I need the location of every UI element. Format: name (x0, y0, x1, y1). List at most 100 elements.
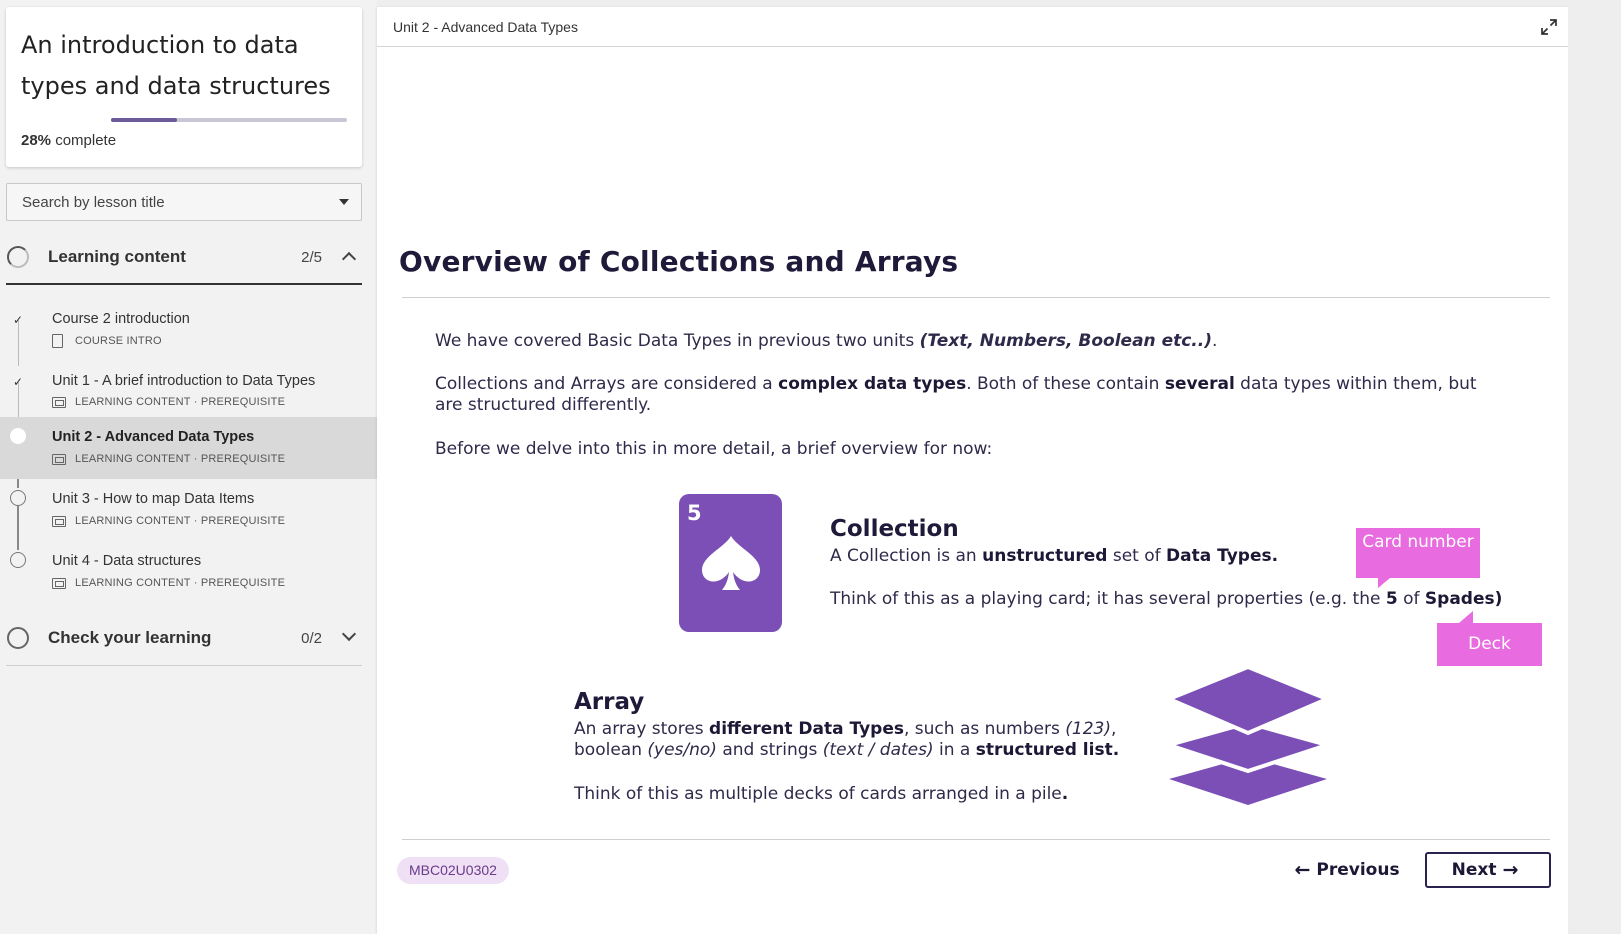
chevron-up-icon[interactable] (341, 251, 357, 267)
section-progress-ring-icon (7, 627, 29, 649)
progress-percent: 28% (21, 132, 52, 149)
page-title: Overview of Collections and Arrays (399, 245, 959, 278)
previous-button[interactable]: ← Previous (1289, 852, 1399, 888)
text-run-bold: Data Types. (1166, 546, 1279, 566)
lesson-item-unit-3[interactable]: Unit 3 - How to map Data Items LEARNING … (0, 486, 377, 548)
document-icon (52, 334, 63, 348)
text-run-italic: (yes/no) (647, 740, 717, 760)
overview-paragraph: Before we delve into this in more detail… (435, 439, 993, 459)
checkmark-icon: ✓ (12, 375, 24, 389)
slides-icon (52, 515, 66, 527)
collection-analogy: Think of this as a playing card; it has … (830, 589, 1530, 610)
next-button[interactable]: Next → (1425, 852, 1551, 888)
section-check-your-learning[interactable]: Check your learning 0/2 (6, 615, 362, 661)
text-run-italic: (Text, Numbers, Boolean etc..) (919, 331, 1212, 351)
lesson-meta-text: LEARNING CONTENT · PREREQUISITE (75, 453, 286, 465)
breadcrumb: Unit 2 - Advanced Data Types (393, 19, 578, 35)
text-run-bold: complex data types (778, 374, 967, 394)
search-placeholder: Search by lesson title (22, 193, 165, 211)
card-number: 5 (687, 501, 702, 525)
text-run: set of (1107, 546, 1167, 566)
text-run-italic: (123) (1065, 719, 1111, 739)
previous-label: Previous (1316, 860, 1400, 880)
lesson-title: Unit 2 - Advanced Data Types (52, 429, 255, 445)
text-run: A Collection is an (830, 546, 983, 566)
lesson-item-course-2-introduction[interactable]: ✓ Course 2 introduction COURSE INTRO (0, 300, 377, 362)
text-run-italic: (text / dates) (822, 740, 934, 760)
checkmark-icon: ✓ (12, 313, 24, 327)
collection-heading: Collection (830, 516, 959, 542)
section-label: Check your learning (48, 628, 212, 647)
text-run: An array stores (574, 719, 710, 739)
text-run: We have covered Basic Data Types in prev… (435, 331, 920, 351)
expand-icon[interactable] (1540, 18, 1558, 36)
arrow-right-icon: → (1502, 859, 1519, 881)
course-progress-bar (111, 118, 347, 122)
footer-divider (402, 839, 1550, 840)
course-sidebar: An introduction to data types and data s… (0, 0, 377, 934)
text-run-bold: Spades) (1424, 589, 1503, 609)
course-progress-fill (111, 118, 178, 122)
incomplete-circle-icon (10, 552, 26, 568)
text-run: and strings (716, 740, 823, 760)
slides-icon (52, 577, 66, 589)
section-learning-content[interactable]: Learning content 2/5 (6, 234, 362, 280)
text-run: of (1397, 589, 1425, 609)
section-divider (6, 665, 362, 666)
text-run-bold: structured list. (975, 740, 1120, 760)
lesson-meta: LEARNING CONTENT · PREREQUISITE (52, 577, 285, 589)
text-run: , such as numbers (903, 719, 1066, 739)
spade-icon (702, 536, 760, 590)
text-run: . Both of these contain (966, 374, 1165, 394)
lesson-meta: COURSE INTRO (52, 334, 162, 348)
course-summary-card: An introduction to data types and data s… (6, 7, 362, 167)
text-run-bold: several (1164, 374, 1235, 394)
text-run: . (1212, 331, 1218, 351)
lesson-code-badge: MBC02U0302 (397, 857, 509, 884)
text-run: Think of this as a playing card; it has … (830, 589, 1386, 609)
lesson-item-unit-2[interactable]: Unit 2 - Advanced Data Types LEARNING CO… (0, 417, 377, 479)
lesson-meta-text: LEARNING CONTENT · PREREQUISITE (75, 396, 286, 408)
lesson-search-select[interactable]: Search by lesson title (6, 183, 362, 221)
lesson-title: Course 2 introduction (52, 311, 190, 327)
caret-down-icon (339, 199, 349, 205)
section-progress-ring-icon (7, 246, 29, 268)
lesson-item-unit-4[interactable]: Unit 4 - Data structures LEARNING CONTEN… (0, 548, 377, 610)
lesson-item-unit-1[interactable]: ✓ Unit 1 - A brief introduction to Data … (0, 362, 377, 424)
callout-deck: Deck (1437, 611, 1542, 666)
callout-card-number: Card number (1356, 528, 1480, 588)
section-count: 0/2 (301, 629, 322, 647)
course-progress-text: 28% complete (21, 132, 116, 149)
title-divider (402, 297, 1550, 298)
lesson-meta-text: LEARNING CONTENT · PREREQUISITE (75, 577, 286, 589)
stacked-layers-icon (1169, 665, 1327, 805)
chevron-down-icon[interactable] (341, 626, 357, 642)
lesson-meta: LEARNING CONTENT · PREREQUISITE (52, 453, 285, 465)
lesson-meta-text: LEARNING CONTENT · PREREQUISITE (75, 515, 286, 527)
current-lesson-dot-icon (10, 428, 26, 444)
intro-paragraph: We have covered Basic Data Types in prev… (435, 331, 1505, 352)
text-run: Think of this as multiple decks of cards… (574, 784, 1062, 804)
section-label: Learning content (48, 247, 186, 266)
content-topbar: Unit 2 - Advanced Data Types (377, 7, 1568, 47)
lesson-meta-text: COURSE INTRO (75, 335, 162, 347)
text-run-bold: 5 (1385, 589, 1398, 609)
array-heading: Array (574, 689, 645, 715)
complex-types-paragraph: Collections and Arrays are considered a … (435, 374, 1505, 416)
lesson-title: Unit 1 - A brief introduction to Data Ty… (52, 373, 316, 389)
text-run-bold: different Data Types (709, 719, 904, 739)
lesson-meta: LEARNING CONTENT · PREREQUISITE (52, 396, 285, 408)
text-run: in a (933, 740, 976, 760)
section-count: 2/5 (301, 248, 322, 266)
text-run: Collections and Arrays are considered a (435, 374, 779, 394)
incomplete-circle-icon (10, 490, 26, 506)
section-divider (6, 283, 362, 285)
slides-icon (52, 396, 66, 408)
collection-definition: A Collection is an unstructured set of D… (830, 546, 1390, 567)
text-run-bold: . (1061, 784, 1069, 804)
next-label: Next (1451, 860, 1497, 880)
lesson-title: Unit 3 - How to map Data Items (52, 491, 255, 507)
array-analogy: Think of this as multiple decks of cards… (574, 784, 1174, 805)
array-definition: An array stores different Data Types, su… (574, 719, 1174, 761)
playing-card-icon: 5 (679, 494, 782, 632)
